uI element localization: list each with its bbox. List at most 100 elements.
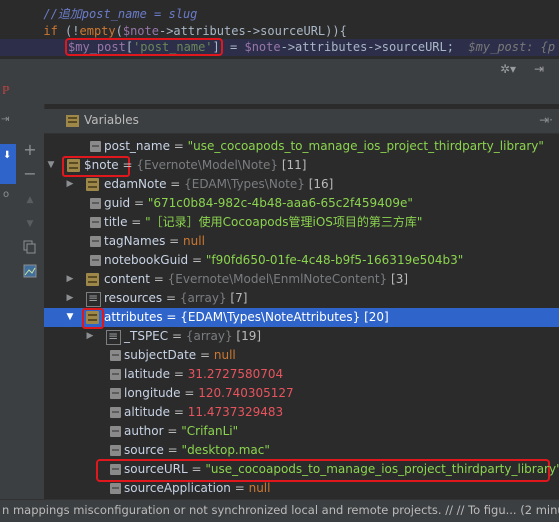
hide-icon[interactable]: ⇥ bbox=[534, 62, 544, 76]
tree-row[interactable]: sourceApplication = null bbox=[44, 479, 559, 498]
var-name: content bbox=[104, 272, 150, 286]
var-eq: = bbox=[169, 139, 188, 153]
highlight-box: $my_post['post_name'] bbox=[65, 38, 223, 56]
primitive-icon bbox=[110, 388, 121, 399]
code-line-comment: //追加post_name = slug bbox=[0, 6, 559, 23]
var-value: "f90fd650-01fe-4c48-b9f5-166319e504b3" bbox=[205, 253, 464, 267]
move-up-icon[interactable]: ▲ bbox=[22, 192, 38, 208]
debug-toolbar: ✲▾ ⇥ bbox=[0, 58, 559, 81]
tree-row[interactable]: ▶ resources = {array} [7] bbox=[44, 289, 559, 308]
tree-row-label: subjectDate = null bbox=[124, 346, 236, 365]
tree-row[interactable]: ▶ _TSPEC = {array} [19] bbox=[44, 327, 559, 346]
var-value: "use_cocoapods_to_manage_ios_project_thi… bbox=[187, 139, 544, 153]
var-eq: = bbox=[180, 386, 199, 400]
var-count: [19] bbox=[236, 329, 262, 343]
code-keyword: if bbox=[43, 24, 58, 38]
expand-arrow-icon[interactable]: ▶ bbox=[65, 175, 75, 194]
tree-row[interactable]: tagNames = null bbox=[44, 232, 559, 251]
tree-row[interactable]: altitude = 11.4737329483 bbox=[44, 403, 559, 422]
var-name: $note bbox=[84, 158, 119, 172]
tree-row[interactable]: latitude = 31.2727580704 bbox=[44, 365, 559, 384]
collapse-arrow-icon[interactable]: ⇥ bbox=[1, 114, 9, 125]
var-name: source bbox=[124, 443, 164, 457]
var-count: [20] bbox=[364, 310, 389, 324]
expand-arrow-icon[interactable]: ▼ bbox=[46, 156, 56, 175]
tree-row-label: sourceURL = "use_cocoapods_to_manage_ios… bbox=[124, 460, 559, 479]
code-editor[interactable]: //追加post_name = slug if (!empty($note->a… bbox=[0, 0, 559, 58]
primitive-icon bbox=[110, 445, 121, 456]
code-variable: $note bbox=[244, 40, 281, 54]
var-name: guid bbox=[104, 196, 131, 210]
var-name: tagNames bbox=[104, 234, 166, 248]
var-eq: = bbox=[230, 481, 249, 495]
primitive-icon bbox=[90, 217, 101, 228]
var-name: longitude bbox=[124, 386, 181, 400]
pin-icon[interactable]: ⇥· bbox=[539, 113, 553, 127]
code-function: empty bbox=[79, 24, 116, 38]
tree-row[interactable]: guid = "671c0b84-982c-4b48-aaa6-65c2f459… bbox=[44, 194, 559, 213]
status-message: n mappings misconfiguration or not synch… bbox=[2, 503, 559, 517]
code-comment: //追加post_name = slug bbox=[43, 7, 198, 21]
var-eq: = bbox=[163, 443, 182, 457]
primitive-icon bbox=[110, 483, 121, 494]
object-field-icon bbox=[86, 311, 99, 324]
expand-arrow-icon[interactable]: ▶ bbox=[65, 270, 75, 289]
tree-row[interactable]: subjectDate = null bbox=[44, 346, 559, 365]
var-eq: = bbox=[168, 329, 186, 343]
tree-row[interactable]: post_name = "use_cocoapods_to_manage_ios… bbox=[44, 137, 559, 156]
variables-tree[interactable]: post_name = "use_cocoapods_to_manage_ios… bbox=[44, 134, 559, 499]
tree-row-label: altitude = 11.4737329483 bbox=[124, 403, 283, 422]
var-type: {EDAM\Types\NoteAttributes} bbox=[180, 310, 361, 324]
tree-row[interactable]: sourceURL = "use_cocoapods_to_manage_ios… bbox=[44, 459, 559, 482]
var-value: "［记录］使用Cocoapods管理iOS项目的第三方库" bbox=[145, 215, 423, 229]
gear-icon[interactable]: ✲▾ bbox=[500, 62, 516, 76]
tree-row[interactable]: source = "desktop.mac" bbox=[44, 441, 559, 460]
var-count: [11] bbox=[281, 158, 307, 172]
tree-row-label: guid = "671c0b84-982c-4b48-aaa6-65c2f459… bbox=[104, 194, 413, 213]
primitive-icon bbox=[110, 350, 121, 361]
code-line-execution-point: $my_post['post_name'] = $note->attribute… bbox=[0, 38, 559, 56]
expand-arrow-icon[interactable]: ▶ bbox=[85, 327, 95, 346]
tree-row-label: sourceApplication = null bbox=[124, 479, 270, 498]
var-eq: = bbox=[196, 348, 214, 362]
var-value: "CrifanLi" bbox=[181, 424, 239, 438]
tree-row[interactable]: author = "CrifanLi" bbox=[44, 422, 559, 441]
var-type: {array} bbox=[179, 291, 227, 305]
var-type: {array} bbox=[185, 329, 233, 343]
debug-tab-icon[interactable]: ℙ bbox=[2, 84, 10, 97]
expand-arrow-icon[interactable]: ▶ bbox=[65, 289, 75, 308]
var-eq: = bbox=[149, 272, 168, 286]
remove-watch-icon[interactable]: − bbox=[22, 166, 38, 182]
frame-marker-icon: o bbox=[3, 189, 10, 200]
tree-row[interactable]: longitude = 120.740305127 bbox=[44, 384, 559, 403]
var-count: [3] bbox=[391, 272, 409, 286]
object-field-icon bbox=[86, 178, 99, 191]
primitive-icon bbox=[110, 426, 121, 437]
tree-row[interactable]: ▶ content = {Evernote\Model\EnmlNoteCont… bbox=[44, 270, 559, 289]
add-watch-icon[interactable]: + bbox=[22, 142, 38, 158]
tree-row[interactable]: ▶ edamNote = {EDAM\Types\Note} [16] bbox=[44, 175, 559, 194]
tree-row[interactable]: notebookGuid = "f90fd650-01fe-4c48-b9f5-… bbox=[44, 251, 559, 270]
code-token: (! bbox=[57, 24, 80, 38]
tree-row[interactable]: ▼ $note = {Evernote\Model\Note} [11] bbox=[44, 156, 559, 177]
expand-arrow-icon[interactable]: ▼ bbox=[65, 308, 75, 327]
tree-row-selected[interactable]: ▼ attributes = {EDAM\Types\NoteAttribute… bbox=[44, 308, 559, 329]
copy-icon[interactable] bbox=[22, 240, 38, 256]
move-down-icon[interactable]: ▼ bbox=[22, 216, 38, 232]
code-string: 'post_name' bbox=[133, 40, 213, 54]
var-eq: = bbox=[162, 310, 181, 324]
var-value: "671c0b84-982c-4b48-aaa6-65c2f459409e" bbox=[147, 196, 413, 210]
code-variable: $note bbox=[122, 24, 159, 38]
variables-side-toolbar: + − ▲ ▼ bbox=[16, 104, 45, 499]
tree-row-label: attributes = {EDAM\Types\NoteAttributes}… bbox=[104, 308, 389, 327]
image-view-icon[interactable] bbox=[22, 264, 38, 280]
var-name: attributes bbox=[104, 310, 163, 324]
variables-title: Variables bbox=[84, 113, 139, 127]
tree-row-label: latitude = 31.2727580704 bbox=[124, 365, 283, 384]
tree-row[interactable]: title = "［记录］使用Cocoapods管理iOS项目的第三方库" bbox=[44, 213, 559, 232]
var-type: {Evernote\Model\Note} bbox=[136, 158, 278, 172]
tree-row-label: content = {Evernote\Model\EnmlNoteConten… bbox=[104, 270, 408, 289]
var-eq: = bbox=[162, 291, 180, 305]
code-token: ->attributes->sourceURL; bbox=[280, 40, 454, 54]
var-type: {EDAM\Types\Note} bbox=[184, 177, 305, 191]
